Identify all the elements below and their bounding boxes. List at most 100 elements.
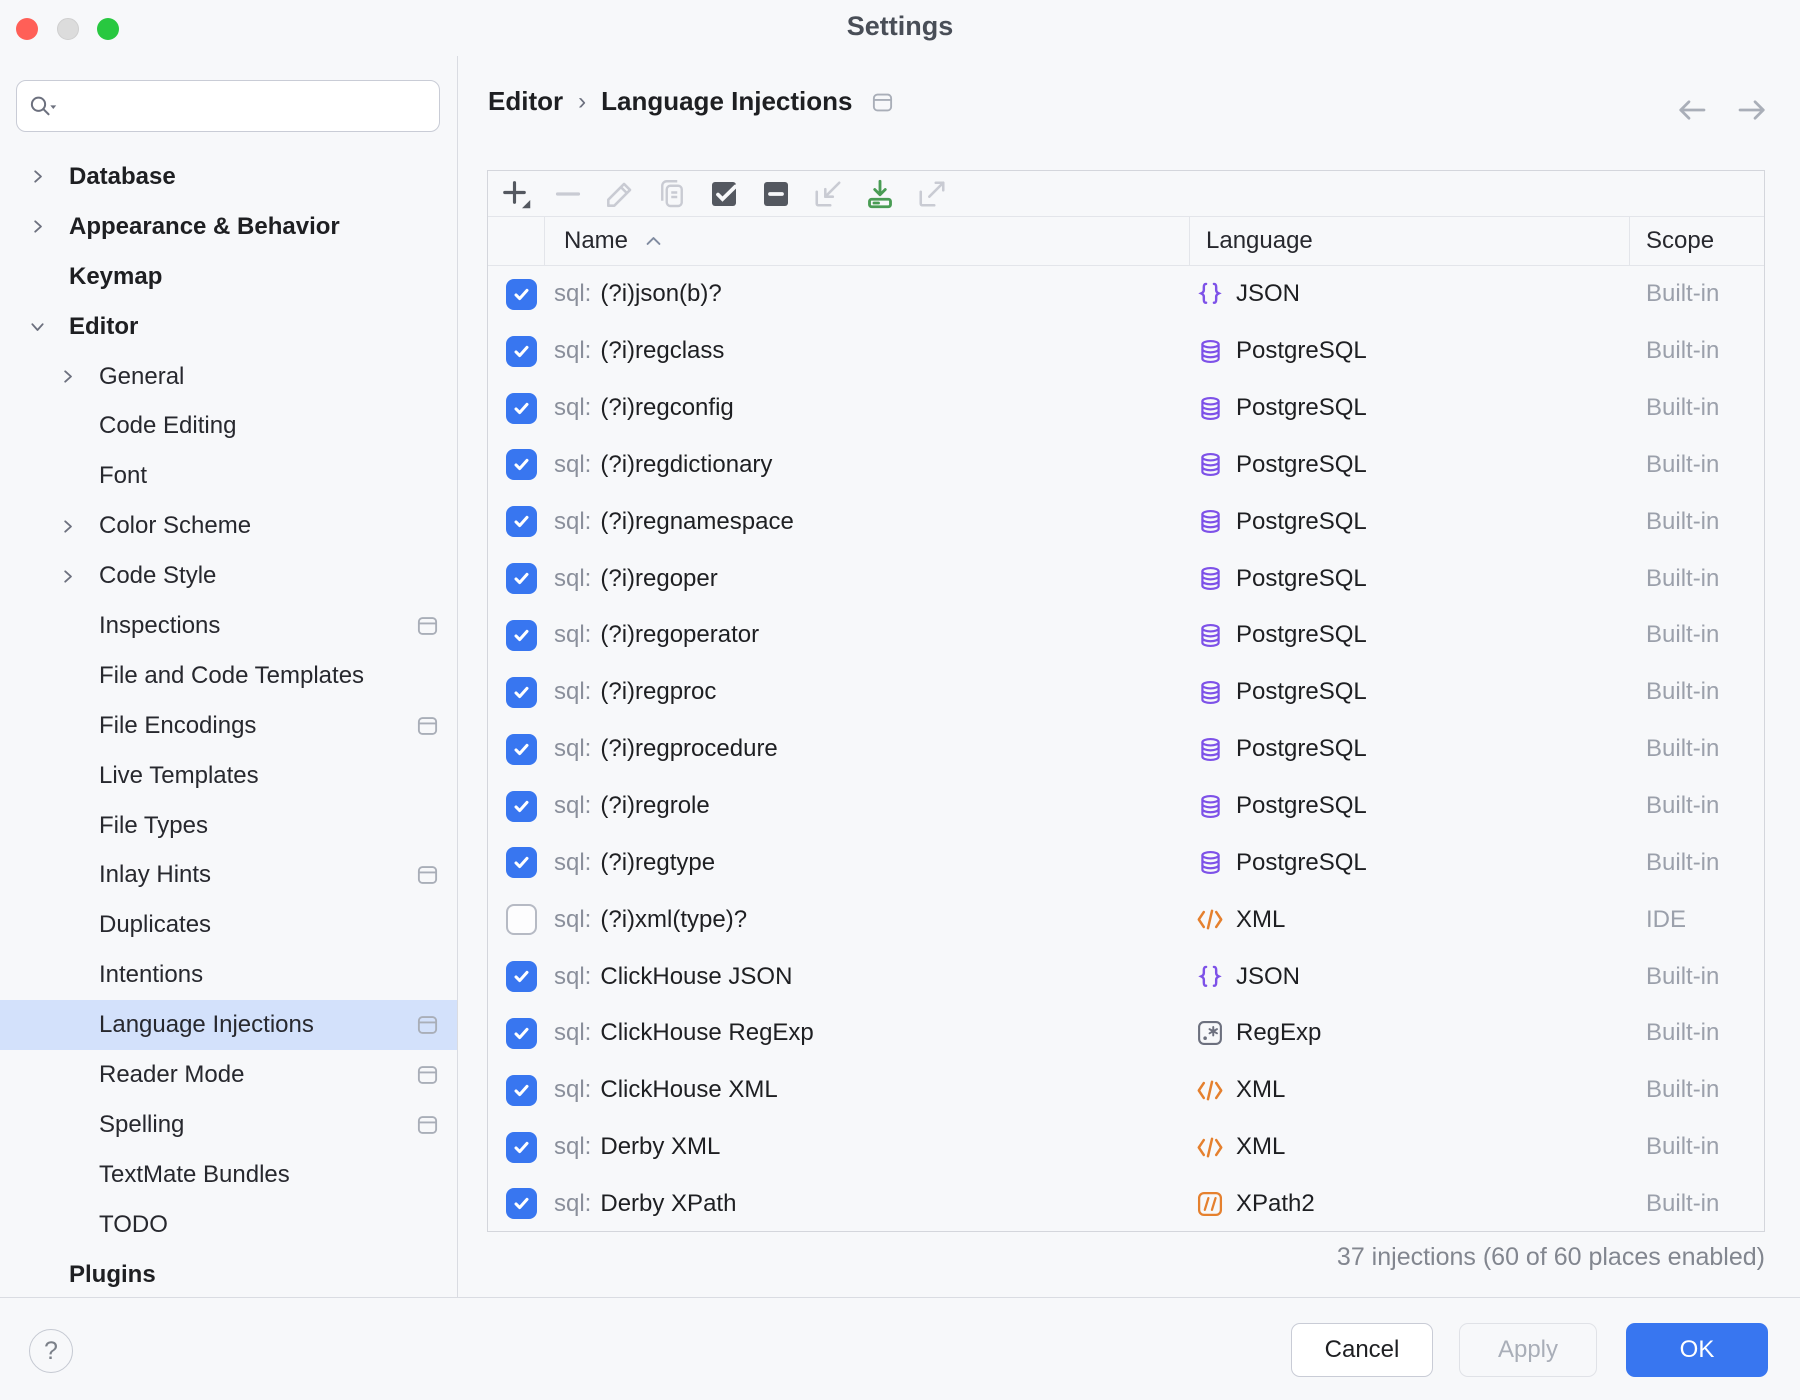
header-language[interactable]: Language	[1190, 217, 1630, 265]
row-checkbox[interactable]	[506, 563, 537, 594]
row-checkbox[interactable]	[506, 791, 537, 822]
injection-prefix: sql:	[554, 451, 591, 479]
scope-label: Built-in	[1630, 849, 1764, 877]
injection-row[interactable]: sql: (?i)regoperator PostgreSQL Built-in	[488, 607, 1764, 664]
injection-prefix: sql:	[554, 678, 591, 706]
injection-row[interactable]: sql: (?i)regnamespace PostgreSQL Built-i…	[488, 493, 1764, 550]
injection-row[interactable]: sql: Derby XPath XPath2 Built-in	[488, 1176, 1764, 1233]
cancel-button[interactable]: Cancel	[1291, 1323, 1433, 1377]
injection-name: (?i)regoperator	[600, 621, 759, 649]
row-checkbox[interactable]	[506, 1132, 537, 1163]
sidebar-item-language-injections[interactable]: Language Injections	[0, 1000, 457, 1050]
injection-row[interactable]: sql: (?i)regrole PostgreSQL Built-in	[488, 778, 1764, 835]
language-label: PostgreSQL	[1236, 394, 1367, 422]
sidebar-item-color-scheme[interactable]: Color Scheme	[0, 501, 457, 551]
sidebar-item-live-templates[interactable]: Live Templates	[0, 751, 457, 801]
header-name[interactable]: Name	[545, 217, 1190, 265]
injection-name: (?i)regconfig	[600, 394, 733, 422]
row-checkbox[interactable]	[506, 1075, 537, 1106]
forward-arrow-icon[interactable]	[1734, 92, 1770, 128]
restore-defaults-button[interactable]	[854, 172, 906, 216]
injection-row[interactable]: sql: (?i)regdictionary PostgreSQL Built-…	[488, 437, 1764, 494]
sidebar-item-code-style[interactable]: Code Style	[0, 551, 457, 601]
injection-row[interactable]: sql: (?i)xml(type)? XML IDE	[488, 891, 1764, 948]
row-checkbox[interactable]	[506, 1018, 537, 1049]
scope-label: Built-in	[1630, 565, 1764, 593]
sidebar-item-editor[interactable]: Editor	[0, 302, 457, 352]
injection-row[interactable]: sql: (?i)regconfig PostgreSQL Built-in	[488, 380, 1764, 437]
search-input[interactable]	[63, 92, 429, 121]
sidebar-item-plugins[interactable]: Plugins	[0, 1250, 457, 1300]
injection-row[interactable]: sql: (?i)regprocedure PostgreSQL Built-i…	[488, 721, 1764, 778]
postgres-language-icon	[1196, 792, 1224, 820]
export-button[interactable]	[906, 172, 958, 216]
row-checkbox[interactable]	[506, 620, 537, 651]
help-button[interactable]: ?	[29, 1329, 73, 1373]
injection-row[interactable]: sql: ClickHouse XML XML Built-in	[488, 1062, 1764, 1119]
import-button[interactable]	[802, 172, 854, 216]
row-checkbox[interactable]	[506, 961, 537, 992]
chevron-icon	[30, 1267, 69, 1282]
settings-nav: Database Appearance & Behavior Keymap Ed…	[0, 152, 457, 1299]
postgres-language-icon	[1196, 735, 1224, 763]
search-box[interactable]	[16, 80, 440, 132]
sidebar-item-inlay-hints[interactable]: Inlay Hints	[0, 850, 457, 900]
row-checkbox[interactable]	[506, 847, 537, 878]
sidebar-item-code-editing[interactable]: Code Editing	[0, 401, 457, 451]
add-button[interactable]	[490, 172, 542, 216]
sidebar-item-font[interactable]: Font	[0, 451, 457, 501]
injection-row[interactable]: sql: (?i)regoper PostgreSQL Built-in	[488, 550, 1764, 607]
disable-selected-button[interactable]	[750, 172, 802, 216]
sidebar-item-duplicates[interactable]: Duplicates	[0, 900, 457, 950]
enable-selected-button[interactable]	[698, 172, 750, 216]
header-scope[interactable]: Scope	[1630, 217, 1764, 265]
scope-label: Built-in	[1630, 508, 1764, 536]
sidebar-item-keymap[interactable]: Keymap	[0, 252, 457, 302]
injection-row[interactable]: sql: ClickHouse JSON JSON Built-in	[488, 948, 1764, 1005]
injection-row[interactable]: sql: Derby XML XML Built-in	[488, 1119, 1764, 1176]
row-checkbox[interactable]	[506, 1188, 537, 1219]
sidebar-item-reader-mode[interactable]: Reader Mode	[0, 1050, 457, 1100]
sidebar-item-file-encodings[interactable]: File Encodings	[0, 701, 457, 751]
injection-row[interactable]: sql: (?i)regproc PostgreSQL Built-in	[488, 664, 1764, 721]
sidebar-item-database[interactable]: Database	[0, 152, 457, 202]
injection-row[interactable]: sql: (?i)regclass PostgreSQL Built-in	[488, 323, 1764, 380]
row-checkbox[interactable]	[506, 336, 537, 367]
row-checkbox[interactable]	[506, 449, 537, 480]
modified-settings-icon	[416, 1014, 439, 1037]
sidebar-item-todo[interactable]: TODO	[0, 1200, 457, 1250]
row-checkbox[interactable]	[506, 734, 537, 765]
edit-button[interactable]	[594, 172, 646, 216]
sidebar-item-intentions[interactable]: Intentions	[0, 950, 457, 1000]
table-header: Name Language Scope	[488, 217, 1764, 266]
sidebar-item-appearance-behavior[interactable]: Appearance & Behavior	[0, 202, 457, 252]
injection-name: (?i)regrole	[600, 792, 709, 820]
injection-row[interactable]: sql: ClickHouse RegExp RegExp Built-in	[488, 1005, 1764, 1062]
row-checkbox[interactable]	[506, 677, 537, 708]
scope-label: Built-in	[1630, 280, 1764, 308]
back-arrow-icon[interactable]	[1674, 92, 1710, 128]
row-checkbox[interactable]	[506, 506, 537, 537]
sidebar-item-spelling[interactable]: Spelling	[0, 1100, 457, 1150]
ok-button[interactable]: OK	[1626, 1323, 1768, 1377]
row-checkbox[interactable]	[506, 279, 537, 310]
row-checkbox[interactable]	[506, 904, 537, 935]
sidebar-item-general[interactable]: General	[0, 352, 457, 402]
enable-selected-icon	[706, 176, 742, 212]
injection-row[interactable]: sql: (?i)regtype PostgreSQL Built-in	[488, 834, 1764, 891]
sidebar-item-file-and-code-templates[interactable]: File and Code Templates	[0, 651, 457, 701]
sidebar-item-label: Plugins	[69, 1261, 156, 1289]
duplicate-button[interactable]	[646, 172, 698, 216]
language-label: PostgreSQL	[1236, 337, 1367, 365]
injection-row[interactable]: sql: (?i)json(b)? JSON Built-in	[488, 266, 1764, 323]
postgres-language-icon	[1196, 337, 1224, 365]
row-checkbox[interactable]	[506, 393, 537, 424]
breadcrumb-parent[interactable]: Editor	[488, 86, 563, 117]
sidebar-item-textmate-bundles[interactable]: TextMate Bundles	[0, 1150, 457, 1200]
chevron-icon	[30, 319, 69, 334]
apply-button[interactable]: Apply	[1459, 1323, 1597, 1377]
sidebar-item-file-types[interactable]: File Types	[0, 801, 457, 851]
injection-name: ClickHouse RegExp	[600, 1019, 813, 1047]
remove-button[interactable]	[542, 172, 594, 216]
sidebar-item-inspections[interactable]: Inspections	[0, 601, 457, 651]
